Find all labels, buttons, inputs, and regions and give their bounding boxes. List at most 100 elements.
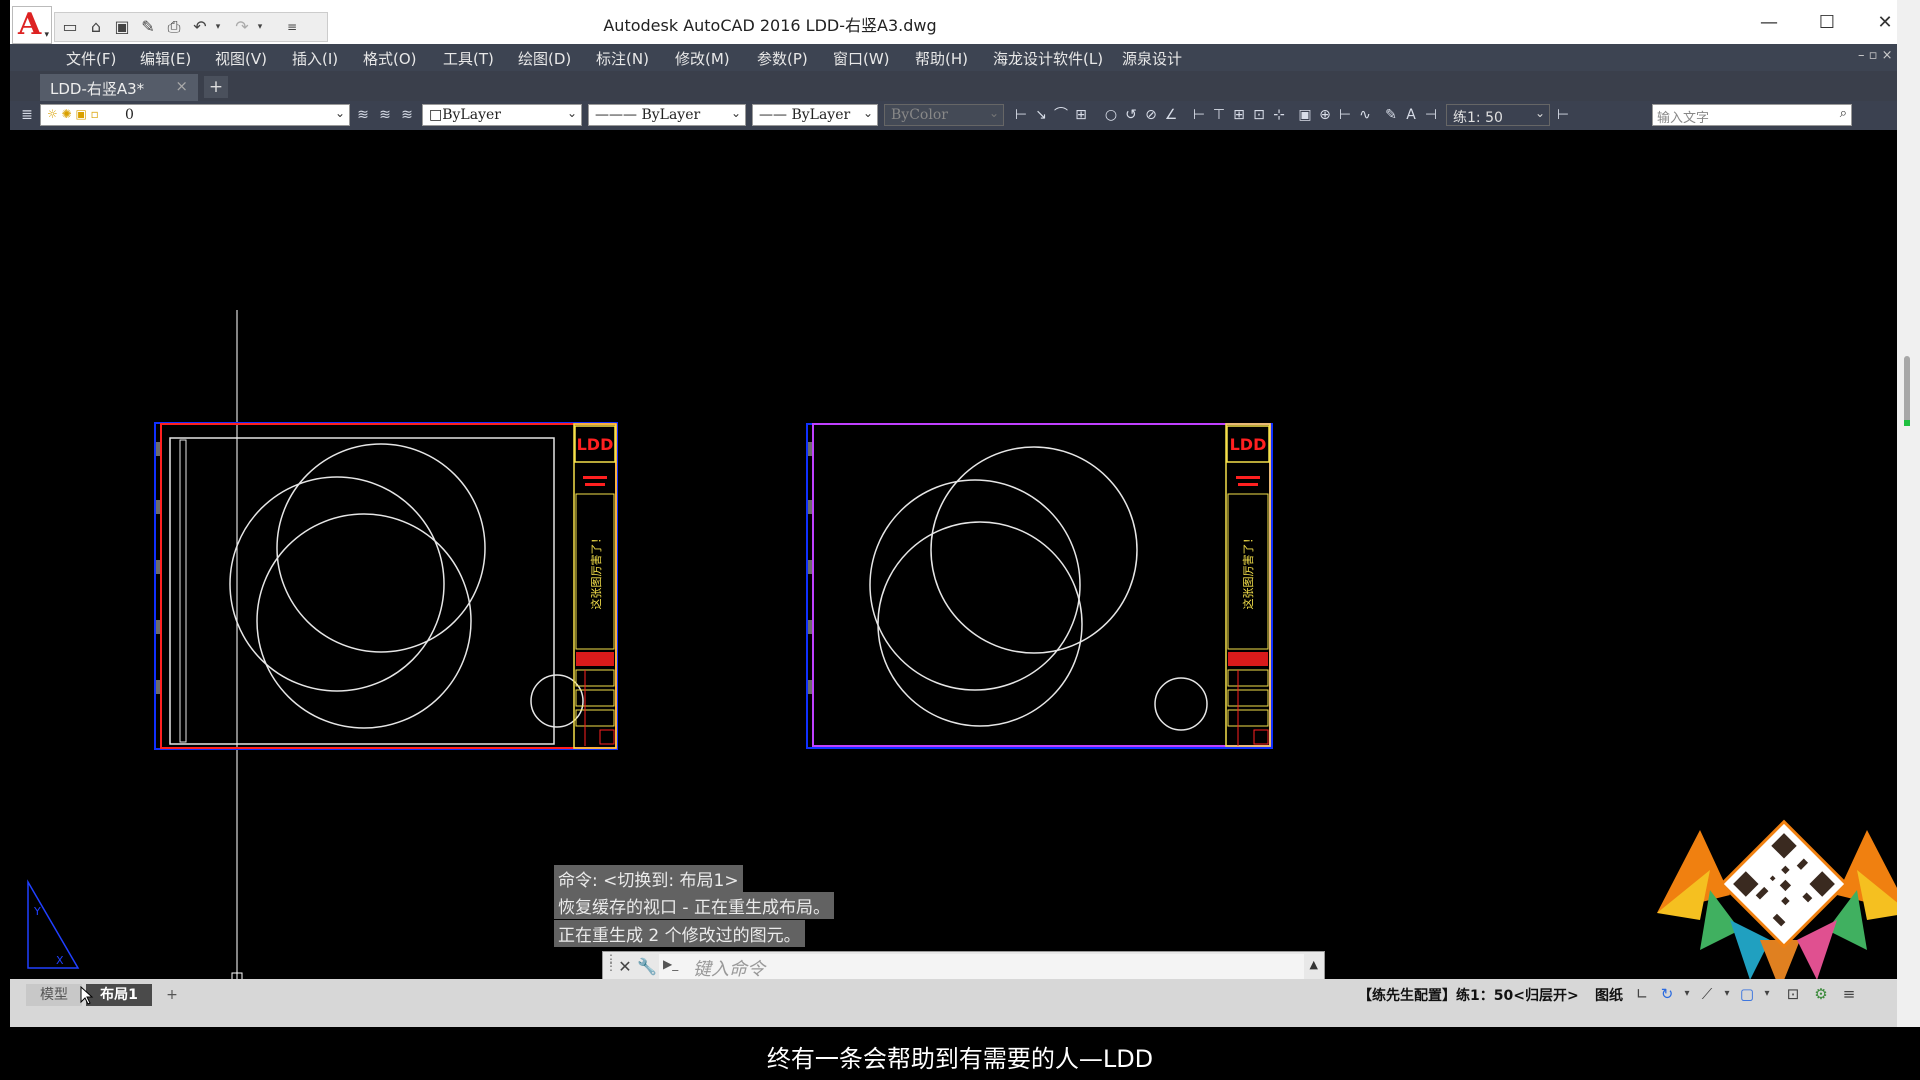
arc-length-icon[interactable]: ⌒: [1052, 106, 1070, 124]
viewport-2[interactable]: LDD 这张图厉害了！: [806, 423, 1273, 749]
menu-format[interactable]: 格式(O): [363, 48, 417, 69]
menu-hailong[interactable]: 海龙设计软件(L): [993, 48, 1103, 69]
layer-state-icons: ☼ ✺ ▣ ▫: [47, 107, 99, 121]
layer-match-icon[interactable]: ≋: [398, 106, 416, 124]
search-input[interactable]: 输入文字 ⌕: [1652, 104, 1852, 126]
center-mark-icon[interactable]: ⊕: [1316, 106, 1334, 124]
aligned-dim-icon[interactable]: ↘: [1032, 106, 1050, 124]
tab-model[interactable]: 模型: [26, 984, 82, 1006]
menu-yuanquan[interactable]: 源泉设计: [1122, 48, 1182, 69]
jogged-linear-icon[interactable]: ∿: [1356, 106, 1374, 124]
color-value: □ByLayer: [429, 107, 501, 123]
dim-break-icon[interactable]: ⊹: [1270, 106, 1288, 124]
make-current-icon[interactable]: ≋: [354, 106, 372, 124]
dim-update-icon[interactable]: ⊣: [1422, 106, 1440, 124]
viewport-border: [812, 423, 1271, 747]
menu-view[interactable]: 视图(V): [215, 48, 267, 69]
properties-toolbar: ≣ ☼ ✺ ▣ ▫ 0 ⌄ ≋ ≋ ≋ □ByLayer ⌄ ——— ByLay…: [10, 101, 1907, 130]
file-tab-ldd[interactable]: LDD-右竖A3* ×: [40, 74, 198, 101]
dim-style-dropdown[interactable]: 练1: 50 ⌄: [1446, 104, 1550, 126]
menu-tools[interactable]: 工具(T): [443, 48, 494, 69]
inspection-icon[interactable]: ⊢: [1336, 106, 1354, 124]
dim-style-manager-icon[interactable]: ⊢: [1554, 106, 1572, 124]
menu-dimension[interactable]: 标注(N): [596, 48, 649, 69]
continue-dim-icon[interactable]: ⊞: [1230, 106, 1248, 124]
ordinate-dim-icon[interactable]: ⊞: [1072, 106, 1090, 124]
radius-dim-icon[interactable]: ○: [1102, 106, 1120, 124]
tab-layout1[interactable]: 布局1: [86, 984, 152, 1006]
chevron-down-icon[interactable]: ▾: [1676, 983, 1698, 1005]
chevron-down-icon: ⌄: [566, 106, 577, 120]
baseline-dim-icon[interactable]: ⊤: [1210, 106, 1228, 124]
viewport-1[interactable]: LDD 这张图厉害了！: [154, 422, 618, 750]
circle-large-top[interactable]: [276, 443, 486, 653]
menu-file[interactable]: 文件(F): [66, 48, 116, 69]
layer-value: 0: [125, 107, 134, 123]
circle-large-left[interactable]: [869, 479, 1081, 691]
linetype-dropdown[interactable]: ——— ByLayer ⌄: [588, 104, 746, 126]
menu-insert[interactable]: 插入(I): [292, 48, 338, 69]
osnap-icon[interactable]: ▢: [1736, 983, 1758, 1005]
linear-dim-icon[interactable]: ⊢: [1012, 106, 1030, 124]
chevron-up-icon[interactable]: ▲: [1310, 958, 1318, 971]
scrollbar-thumb[interactable]: [1904, 356, 1910, 426]
svg-text:Y: Y: [33, 905, 41, 918]
menu-help[interactable]: 帮助(H): [915, 48, 968, 69]
command-history-line: 正在重生成 2 个修改过的图元。: [554, 920, 805, 947]
paper-space-toggle[interactable]: 图纸: [1595, 985, 1623, 1005]
customization-menu-icon[interactable]: ≡: [1838, 983, 1860, 1005]
viewport-1-grips: [156, 442, 160, 694]
menu-edit[interactable]: 编辑(E): [140, 48, 191, 69]
polar-icon[interactable]: ↻: [1656, 983, 1678, 1005]
wrench-icon[interactable]: 🔧: [637, 956, 657, 978]
dim-space-icon[interactable]: ⊡: [1250, 106, 1268, 124]
layer-manager-icon[interactable]: ≣: [18, 106, 36, 124]
workspace-icon[interactable]: ⚙: [1810, 983, 1832, 1005]
file-tab-label: LDD-右竖A3*: [50, 80, 145, 98]
paper-edge: [154, 422, 618, 750]
maximize-button[interactable]: ☐: [1798, 8, 1856, 38]
circle-small[interactable]: [530, 674, 584, 728]
menu-parametric[interactable]: 参数(P): [757, 48, 808, 69]
circle-small[interactable]: [1154, 677, 1208, 731]
angular-dim-icon[interactable]: ∠: [1162, 106, 1180, 124]
diameter-dim-icon[interactable]: ⊘: [1142, 106, 1160, 124]
menu-draw[interactable]: 绘图(D): [518, 48, 571, 69]
viewport-scale-icon[interactable]: ⊡: [1782, 983, 1804, 1005]
tolerance-icon[interactable]: ▣: [1296, 106, 1314, 124]
drawing-canvas[interactable]: LDD 这张图厉害了！ LDD 这张图厉害了！ Y X: [10, 130, 1907, 979]
title-block: LDD 这张图厉害了！: [573, 423, 617, 749]
circle-large-top[interactable]: [930, 446, 1138, 654]
circle-large-left[interactable]: [229, 476, 445, 692]
logo-text: LDD: [577, 435, 614, 454]
close-icon[interactable]: ×: [175, 77, 188, 95]
osnap-tracking-icon[interactable]: ⟋: [1696, 983, 1718, 1005]
layer-dropdown[interactable]: ☼ ✺ ▣ ▫ 0 ⌄: [40, 104, 350, 126]
new-tab-button[interactable]: +: [204, 76, 228, 98]
command-input[interactable]: ▶_ 键入命令: [659, 954, 1304, 980]
chevron-down-icon[interactable]: ▾: [1756, 983, 1778, 1005]
jogged-dim-icon[interactable]: ↺: [1122, 106, 1140, 124]
mdi-controls[interactable]: – ▫ ×: [1858, 48, 1892, 63]
chevron-down-icon: ⌄: [1534, 106, 1545, 120]
search-icon[interactable]: ⌕: [1840, 106, 1847, 121]
add-layout-button[interactable]: +: [160, 984, 184, 1006]
minimize-button[interactable]: —: [1740, 8, 1798, 38]
menu-modify[interactable]: 修改(M): [675, 48, 730, 69]
dim-text-edit-icon[interactable]: A: [1402, 106, 1420, 124]
ortho-icon[interactable]: ∟: [1631, 983, 1653, 1005]
lineweight-dropdown[interactable]: —— ByLayer ⌄: [752, 104, 878, 126]
vertical-scrollbar[interactable]: [1897, 0, 1920, 1027]
dim-edit-icon[interactable]: ✎: [1382, 106, 1400, 124]
prompt-icon[interactable]: ▶_: [663, 957, 678, 971]
color-dropdown[interactable]: □ByLayer ⌄: [422, 104, 582, 126]
circle-large-bottom[interactable]: [256, 513, 472, 729]
chevron-down-icon[interactable]: ▾: [1716, 983, 1738, 1005]
circle-large-bottom[interactable]: [877, 521, 1083, 727]
quick-dim-icon[interactable]: ⊢: [1190, 106, 1208, 124]
config-status[interactable]: 【练先生配置】练1：50<归层开>: [1358, 985, 1579, 1005]
menu-window[interactable]: 窗口(W): [833, 48, 890, 69]
close-icon[interactable]: ✕: [615, 956, 635, 978]
layer-previous-icon[interactable]: ≋: [376, 106, 394, 124]
grip-icon[interactable]: ⋮ ⋮: [605, 953, 617, 978]
